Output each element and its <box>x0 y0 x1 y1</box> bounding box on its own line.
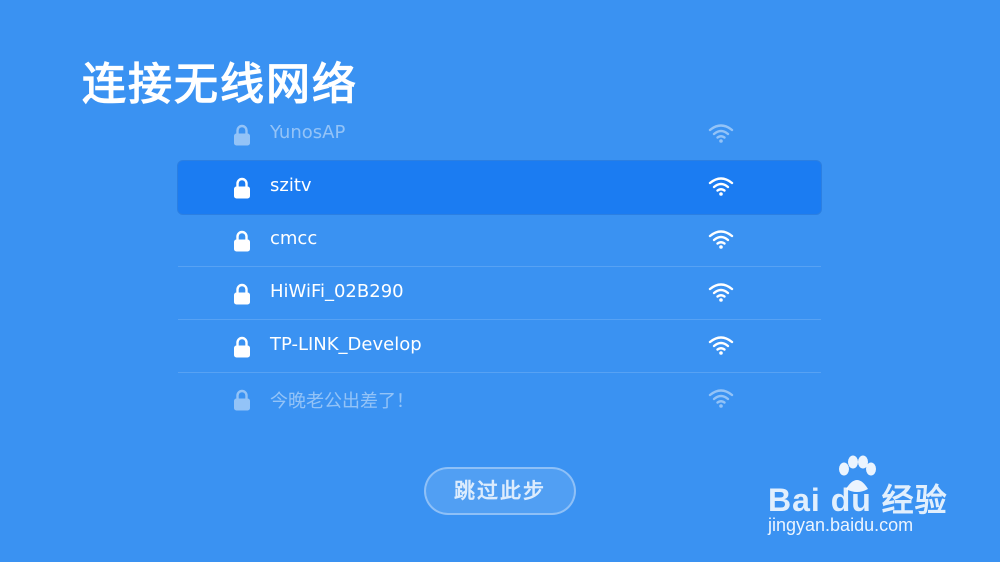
lock-icon <box>234 336 250 358</box>
lock-icon <box>234 389 250 411</box>
network-ssid: 今晚老公出差了！ <box>270 391 414 412</box>
page-title: 连接无线网络 <box>82 59 358 110</box>
wifi-network-list: YunosAP szitv cmcc HiWiFi_02B290 TP-LINK… <box>178 108 821 426</box>
network-ssid: HiWiFi_02B290 <box>270 281 404 302</box>
network-item-cmcc[interactable]: cmcc <box>178 214 821 267</box>
watermark-url: jingyan.baidu.com <box>768 515 914 535</box>
lock-icon <box>234 283 250 305</box>
network-ssid: TP-LINK_Develop <box>270 334 422 355</box>
wifi-signal-icon <box>708 283 734 302</box>
network-ssid: cmcc <box>270 228 318 249</box>
skip-step-button[interactable]: 跳过此步 <box>424 467 576 515</box>
lock-icon <box>234 124 250 146</box>
network-item-yunosap[interactable]: YunosAP <box>178 108 821 161</box>
network-ssid: YunosAP <box>270 122 346 143</box>
wifi-signal-icon <box>708 336 734 355</box>
network-item-hiwifi[interactable]: HiWiFi_02B290 <box>178 267 821 320</box>
wifi-signal-icon <box>708 177 734 196</box>
network-ssid: szitv <box>270 175 312 196</box>
lock-icon <box>234 177 250 199</box>
network-item-last[interactable]: 今晚老公出差了！ <box>178 373 821 426</box>
network-item-tp-link[interactable]: TP-LINK_Develop <box>178 320 821 373</box>
wifi-signal-icon <box>708 124 734 143</box>
wifi-signal-icon <box>708 389 734 408</box>
lock-icon <box>234 230 250 252</box>
wifi-signal-icon <box>708 230 734 249</box>
network-item-szitv[interactable]: szitv <box>178 161 821 214</box>
baidu-jingyan-watermark: Bai du 经验 jingyan.baidu.com <box>762 455 982 545</box>
